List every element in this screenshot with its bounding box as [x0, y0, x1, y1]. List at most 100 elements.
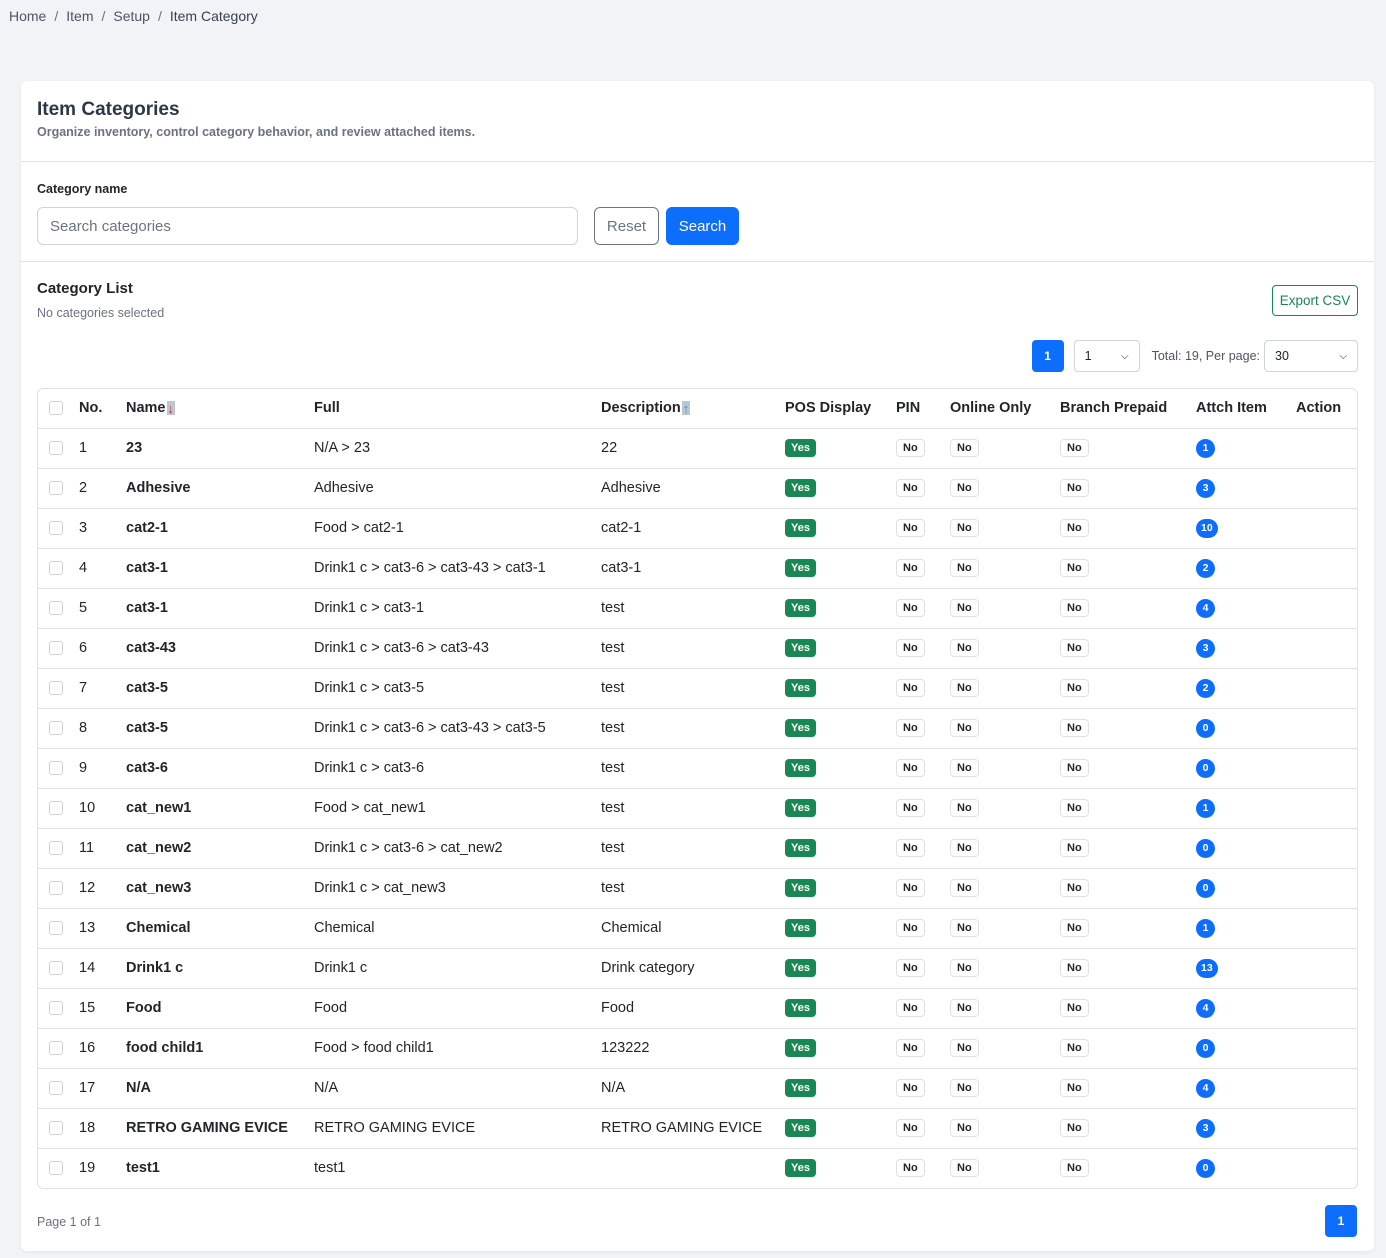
row-full-path: Drink1 c > cat3-6 > cat_new2: [314, 828, 601, 869]
pos-display-badge: Yes: [785, 839, 816, 857]
row-checkbox[interactable]: [49, 1121, 63, 1136]
attached-items-badge[interactable]: 0: [1196, 838, 1215, 858]
row-number: 4: [79, 548, 126, 589]
attached-items-badge[interactable]: 1: [1196, 438, 1215, 458]
attached-items-badge[interactable]: 4: [1196, 998, 1215, 1018]
pin-badge: No: [896, 1119, 925, 1137]
row-checkbox[interactable]: [49, 601, 63, 616]
row-online-only: No: [950, 628, 1060, 669]
per-page-select[interactable]: 30 ⌵: [1264, 340, 1358, 372]
row-checkbox[interactable]: [49, 681, 63, 696]
row-action: [1296, 628, 1357, 669]
attached-items-badge[interactable]: 3: [1196, 1118, 1215, 1138]
online-only-badge: No: [950, 1039, 979, 1057]
online-only-badge: No: [950, 839, 979, 857]
row-branch-prepaid: No: [1060, 708, 1196, 749]
row-select-cell: [38, 988, 79, 1029]
row-checkbox[interactable]: [49, 1081, 63, 1096]
breadcrumb-home[interactable]: Home: [9, 8, 46, 24]
row-name: cat_new3: [126, 868, 314, 909]
pos-display-badge: Yes: [785, 1039, 816, 1057]
category-search-input[interactable]: [37, 207, 578, 245]
attached-items-badge[interactable]: 4: [1196, 1078, 1215, 1098]
row-action: [1296, 428, 1357, 469]
pos-display-badge: Yes: [785, 679, 816, 697]
row-checkbox[interactable]: [49, 521, 63, 536]
row-branch-prepaid: No: [1060, 1108, 1196, 1149]
attached-items-badge[interactable]: 2: [1196, 678, 1215, 698]
branch-prepaid-badge: No: [1060, 839, 1089, 857]
row-checkbox[interactable]: [49, 1161, 63, 1176]
column-header-description[interactable]: Description ↑: [601, 389, 785, 429]
table-row: 19 test1 test1 Yes No No No 0: [38, 1148, 1357, 1188]
pos-display-badge: Yes: [785, 999, 816, 1017]
branch-prepaid-badge: No: [1060, 599, 1089, 617]
online-only-badge: No: [950, 1119, 979, 1137]
page-select[interactable]: 1 ⌵: [1073, 340, 1140, 372]
attached-items-badge[interactable]: 0: [1196, 1038, 1215, 1058]
breadcrumb-setup[interactable]: Setup: [113, 8, 150, 24]
row-checkbox[interactable]: [49, 841, 63, 856]
row-checkbox[interactable]: [49, 641, 63, 656]
row-pin: No: [896, 588, 950, 629]
row-checkbox[interactable]: [49, 481, 63, 496]
footer-page-button-1[interactable]: 1: [1325, 1205, 1357, 1237]
row-checkbox[interactable]: [49, 761, 63, 776]
pos-display-badge: Yes: [785, 1119, 816, 1137]
row-pos-display: Yes: [785, 1148, 896, 1188]
attached-items-badge[interactable]: 0: [1196, 758, 1215, 778]
row-attch-item: 0: [1196, 1028, 1296, 1069]
row-online-only: No: [950, 788, 1060, 829]
row-checkbox[interactable]: [49, 961, 63, 976]
reset-button[interactable]: Reset: [594, 207, 659, 245]
branch-prepaid-badge: No: [1060, 559, 1089, 577]
row-name: cat3-1: [126, 548, 314, 589]
page-button-1[interactable]: 1: [1031, 340, 1064, 372]
row-description: cat3-1: [601, 548, 785, 589]
row-description: Chemical: [601, 908, 785, 949]
row-number: 12: [79, 868, 126, 909]
row-checkbox[interactable]: [49, 561, 63, 576]
pin-badge: No: [896, 879, 925, 897]
export-csv-button[interactable]: Export CSV: [1272, 285, 1358, 316]
row-branch-prepaid: No: [1060, 548, 1196, 589]
row-number: 11: [79, 828, 126, 869]
table-row: 2 Adhesive Adhesive Adhesive Yes No No No 3: [38, 468, 1357, 509]
attached-items-badge[interactable]: 3: [1196, 478, 1215, 498]
row-branch-prepaid: No: [1060, 628, 1196, 669]
attached-items-badge[interactable]: 0: [1196, 1158, 1215, 1178]
attached-items-badge[interactable]: 0: [1196, 718, 1215, 738]
attached-items-badge[interactable]: 1: [1196, 798, 1215, 818]
attached-items-badge[interactable]: 10: [1196, 518, 1218, 538]
row-checkbox[interactable]: [49, 721, 63, 736]
column-header-action: Action: [1296, 389, 1357, 429]
row-checkbox[interactable]: [49, 881, 63, 896]
row-checkbox[interactable]: [49, 801, 63, 816]
row-action: [1296, 1108, 1357, 1149]
row-name: cat3-1: [126, 588, 314, 629]
pos-display-badge: Yes: [785, 599, 816, 617]
row-number: 17: [79, 1068, 126, 1109]
page-select-value: 1: [1084, 349, 1092, 363]
attached-items-badge[interactable]: 13: [1196, 958, 1218, 978]
attached-items-badge[interactable]: 3: [1196, 638, 1215, 658]
search-button[interactable]: Search: [666, 207, 739, 245]
row-pos-display: Yes: [785, 948, 896, 989]
attached-items-badge[interactable]: 4: [1196, 598, 1215, 618]
row-checkbox[interactable]: [49, 1001, 63, 1016]
row-checkbox[interactable]: [49, 921, 63, 936]
row-checkbox[interactable]: [49, 441, 63, 456]
breadcrumb-item[interactable]: Item: [66, 8, 93, 24]
column-header-name[interactable]: Name ↓: [126, 389, 314, 429]
online-only-badge: No: [950, 799, 979, 817]
row-number: 3: [79, 508, 126, 549]
attached-items-badge[interactable]: 2: [1196, 558, 1215, 578]
attached-items-badge[interactable]: 0: [1196, 878, 1215, 898]
attached-items-badge[interactable]: 1: [1196, 918, 1215, 938]
row-select-cell: [38, 468, 79, 509]
select-all-checkbox[interactable]: [49, 401, 63, 416]
row-name: Chemical: [126, 908, 314, 949]
row-action: [1296, 1148, 1357, 1188]
row-pos-display: Yes: [785, 668, 896, 709]
row-checkbox[interactable]: [49, 1041, 63, 1056]
